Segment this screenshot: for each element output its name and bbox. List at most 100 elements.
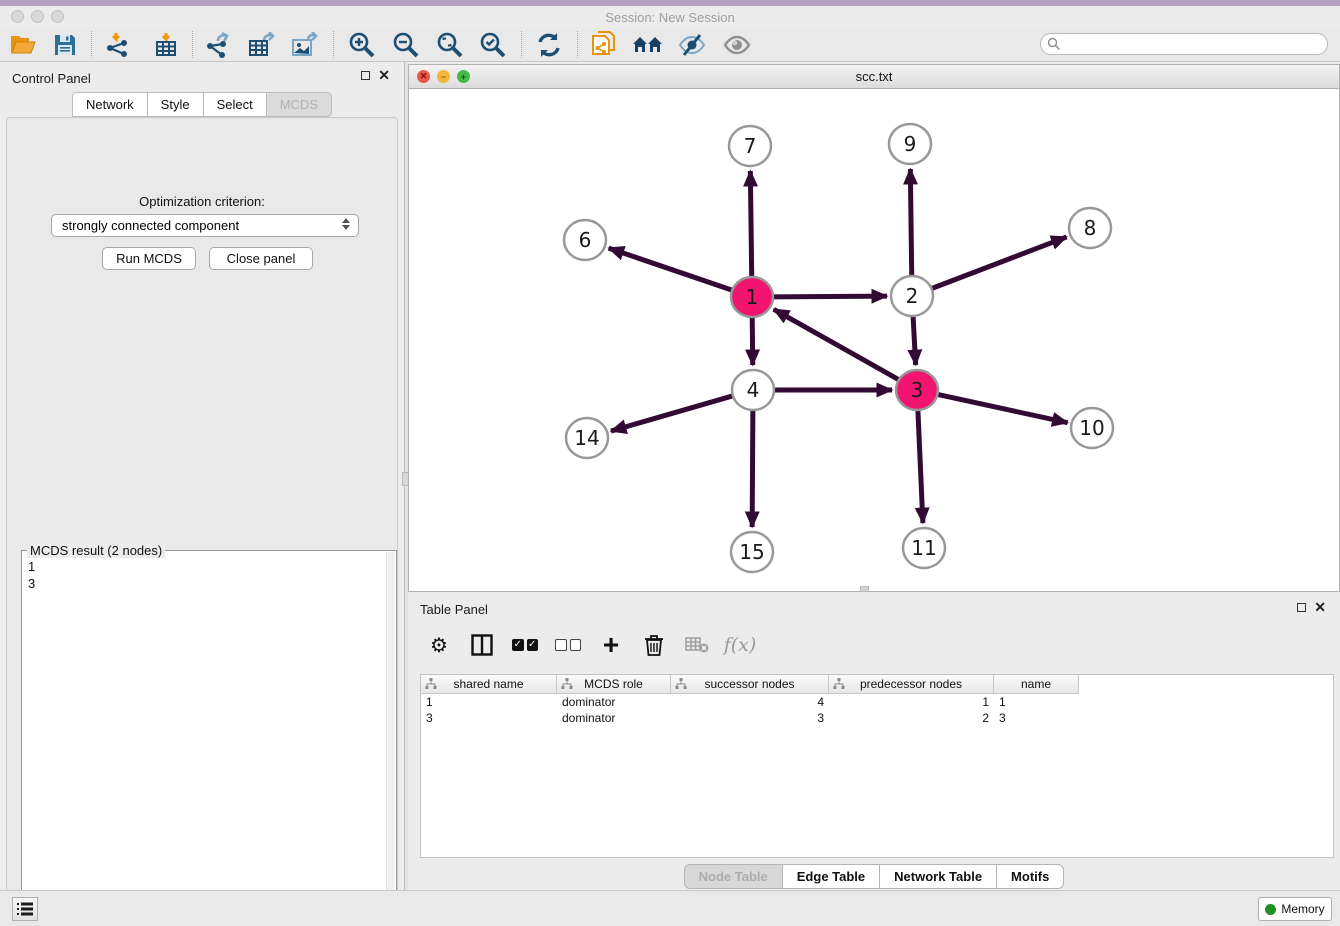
float-panel-icon[interactable] (361, 71, 370, 80)
clone-network-icon[interactable] (587, 30, 621, 60)
edge-1-2[interactable] (772, 296, 887, 297)
tab-network-table[interactable]: Network Table (880, 864, 997, 889)
control-panel: Control Panel ✕ Network Style Select MCD… (0, 62, 404, 890)
tab-mcds[interactable]: MCDS (267, 92, 332, 117)
graph-node-14[interactable]: 14 (566, 418, 608, 458)
svg-text:6: 6 (579, 228, 592, 252)
table-tabs: Node Table Edge Table Network Table Moti… (408, 864, 1340, 889)
search-icon (1047, 37, 1061, 51)
float-table-panel-icon[interactable] (1297, 603, 1306, 612)
graph-node-1[interactable]: 1 (731, 277, 773, 317)
network-window-titlebar[interactable]: ✕ − + scc.txt (409, 65, 1339, 89)
criterion-dropdown[interactable]: strongly connected component (51, 214, 359, 237)
graph-node-11[interactable]: 11 (903, 528, 945, 568)
edge-2-9[interactable] (910, 169, 911, 276)
edge-1-7[interactable] (750, 171, 751, 277)
column-header-mcds-role[interactable]: MCDS role (557, 675, 671, 694)
delete-table-icon[interactable] (684, 632, 710, 658)
import-network-icon[interactable] (101, 30, 135, 60)
zoom-fit-icon[interactable] (433, 30, 467, 60)
edge-2-3[interactable] (913, 316, 916, 365)
import-table-icon[interactable] (149, 30, 183, 60)
result-scrollbar[interactable] (386, 552, 395, 926)
show-all-icon[interactable] (720, 30, 754, 60)
close-panel-button[interactable]: Close panel (209, 247, 313, 270)
table-cell[interactable]: 2 (829, 710, 994, 726)
column-header-name[interactable]: name (994, 675, 1079, 694)
svg-text:4: 4 (747, 378, 760, 402)
table-cell[interactable]: 1 (421, 694, 557, 710)
select-all-icon[interactable]: ✓✓ (512, 632, 538, 658)
edge-1-4[interactable] (752, 317, 753, 365)
table-row[interactable]: 3dominator323 (421, 710, 1333, 726)
column-header-predecessor-nodes[interactable]: predecessor nodes (829, 675, 994, 694)
run-mcds-button[interactable]: Run MCDS (102, 247, 196, 270)
tab-edge-table[interactable]: Edge Table (783, 864, 880, 889)
tab-motifs[interactable]: Motifs (997, 864, 1064, 889)
toolbar-separator (333, 31, 334, 58)
function-builder-icon[interactable]: f(x) (727, 632, 753, 658)
add-column-icon[interactable]: + (598, 632, 624, 658)
export-network-icon[interactable] (201, 30, 235, 60)
network-canvas[interactable]: 7 9 6 8 1 2 4 3 14 10 15 11 (409, 89, 1339, 591)
graph-node-4[interactable]: 4 (732, 370, 774, 410)
graph-node-6[interactable]: 6 (564, 220, 606, 260)
gear-icon[interactable]: ⚙ (426, 632, 452, 658)
edge-4-14[interactable] (611, 396, 734, 432)
first-neighbors-icon[interactable] (631, 30, 665, 60)
hide-selected-icon[interactable] (675, 30, 709, 60)
table-row[interactable]: 1dominator411 (421, 694, 1333, 710)
table-cell[interactable]: 1 (829, 694, 994, 710)
zoom-out-icon[interactable] (389, 30, 423, 60)
mcds-result-text[interactable]: 1 3 (22, 554, 384, 924)
column-header-successor-nodes[interactable]: successor nodes (671, 675, 829, 694)
graph-node-8[interactable]: 8 (1069, 208, 1111, 248)
table-cell[interactable]: dominator (557, 710, 671, 726)
control-panel-title: Control Panel (12, 71, 91, 86)
edge-1-6[interactable] (609, 248, 733, 290)
open-folder-icon[interactable] (6, 30, 40, 60)
edge-3-10[interactable] (937, 394, 1068, 422)
task-history-button[interactable] (12, 897, 38, 921)
edge-3-11[interactable] (918, 410, 923, 523)
apply-layout-icon[interactable] (532, 30, 566, 60)
edge-4-15[interactable] (752, 410, 753, 527)
zoom-in-icon[interactable] (345, 30, 379, 60)
delete-column-icon[interactable] (641, 632, 667, 658)
search-field[interactable] (1040, 33, 1328, 55)
tab-node-table[interactable]: Node Table (684, 864, 783, 889)
edge-3-1[interactable] (774, 309, 900, 380)
export-table-icon[interactable] (245, 30, 279, 60)
zoom-selected-icon[interactable] (476, 30, 510, 60)
table-cell[interactable]: 1 (994, 694, 1079, 710)
graph-node-10[interactable]: 10 (1071, 408, 1113, 448)
svg-text:8: 8 (1084, 216, 1097, 240)
graph-node-2[interactable]: 2 (891, 276, 933, 316)
table-cell[interactable]: 3 (994, 710, 1079, 726)
mcds-panel: Optimization criterion: strongly connect… (6, 117, 398, 926)
close-table-panel-icon[interactable]: ✕ (1314, 602, 1326, 613)
table-cell[interactable]: 3 (421, 710, 557, 726)
tab-select[interactable]: Select (204, 92, 267, 117)
column-header-shared-name[interactable]: shared name (421, 675, 557, 694)
search-input[interactable] (1065, 37, 1315, 51)
close-panel-icon[interactable]: ✕ (378, 70, 390, 81)
svg-text:11: 11 (911, 536, 936, 560)
control-panel-header: Control Panel ✕ (0, 62, 404, 94)
deselect-all-icon[interactable] (555, 632, 581, 658)
graph-node-3[interactable]: 3 (896, 370, 938, 410)
graph-node-7[interactable]: 7 (729, 126, 771, 166)
tab-network[interactable]: Network (72, 92, 148, 117)
graph-node-9[interactable]: 9 (889, 124, 931, 164)
table-cell[interactable]: 4 (671, 694, 829, 710)
export-image-icon[interactable] (288, 30, 322, 60)
edge-2-8[interactable] (931, 237, 1067, 289)
tab-style[interactable]: Style (148, 92, 204, 117)
memory-button[interactable]: Memory (1258, 897, 1332, 921)
toolbar-separator (91, 31, 92, 58)
graph-node-15[interactable]: 15 (731, 532, 773, 572)
table-cell[interactable]: 3 (671, 710, 829, 726)
save-icon[interactable] (48, 30, 82, 60)
table-cell[interactable]: dominator (557, 694, 671, 710)
column-view-icon[interactable] (469, 632, 495, 658)
